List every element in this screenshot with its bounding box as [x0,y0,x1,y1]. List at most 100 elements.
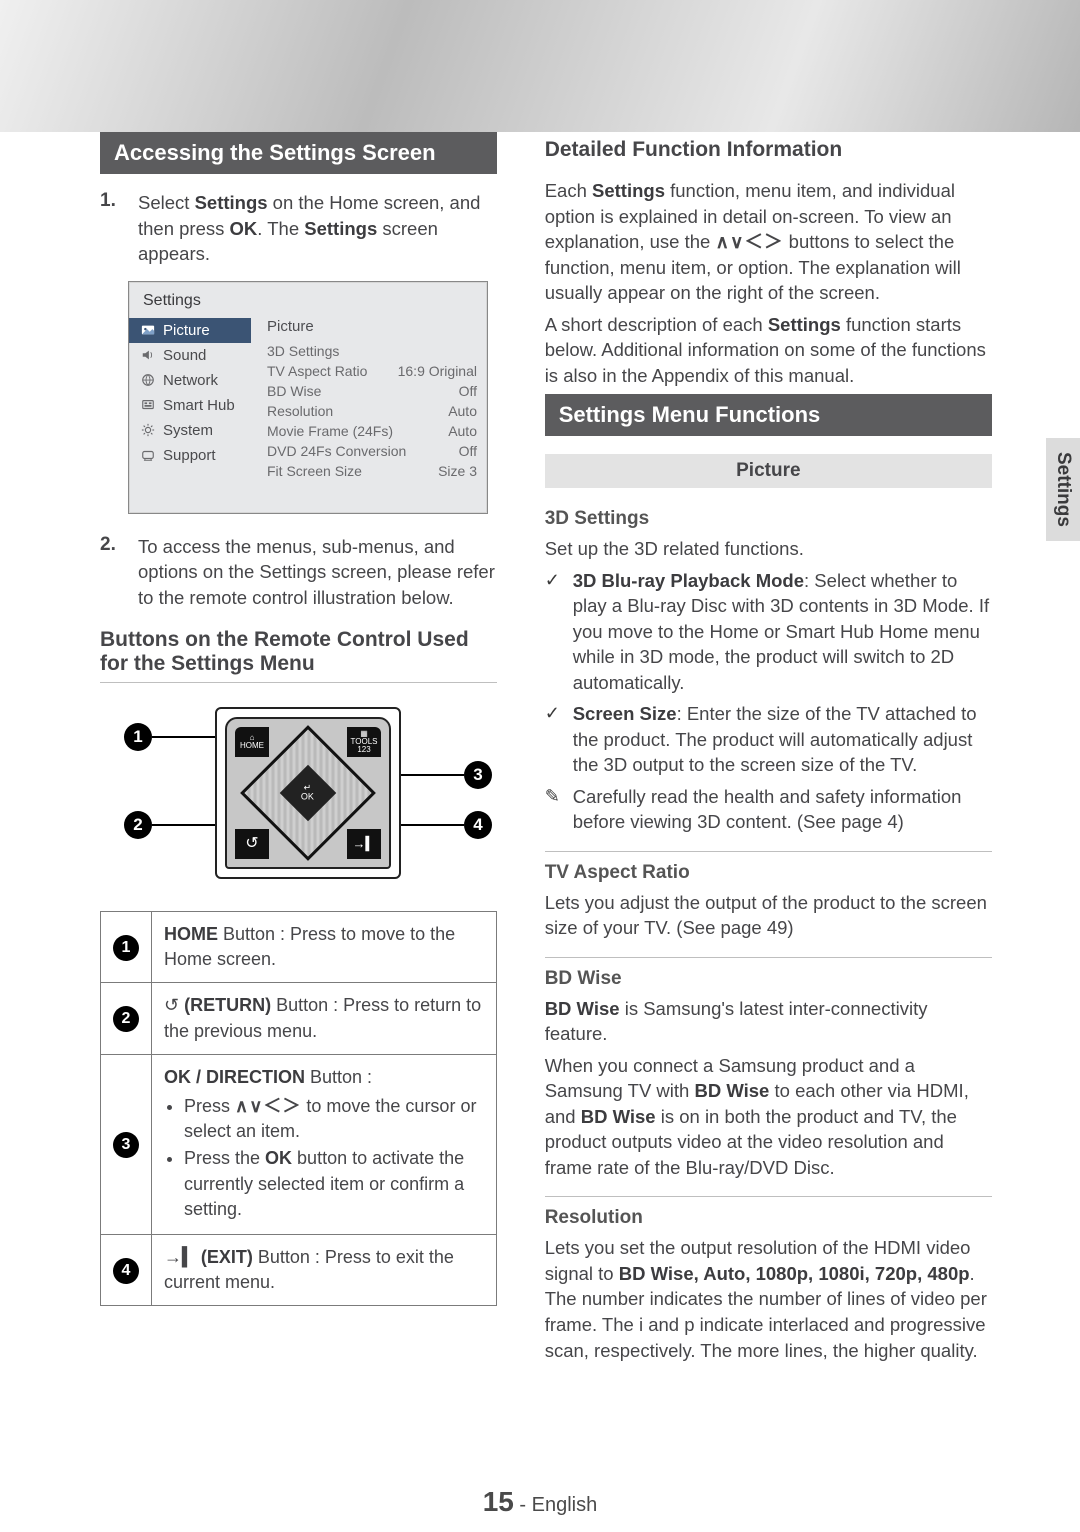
sidebar-item-sound[interactable]: Sound [129,343,249,368]
dfi-paragraph-1: Each Settings function, menu item, and i… [545,178,992,306]
dfi-paragraph-2: A short description of each Settings fun… [545,312,992,389]
legend-index-4: 4 [113,1258,139,1284]
sidebar-label-smart-hub: Smart Hub [163,397,235,414]
sidebar-label-picture: Picture [163,322,210,339]
legend-index-2: 2 [113,1006,139,1032]
network-icon [141,373,155,387]
settings-sidebar: Picture Sound Network [129,316,249,481]
sec4-body: Lets you set the output resolution of th… [545,1235,992,1363]
detailed-function-heading: Detailed Function Information [545,138,992,168]
legend4-bold: (EXIT) [196,1247,253,1267]
remote-body: ⌂ HOME ▦ TOOLS 123 ↺ →▍ [215,707,401,879]
sec1-check-2: ✓ Screen Size: Enter the size of the TV … [545,701,992,778]
legend-row-4: 4 →▍ (EXIT) Button : Press to exit the c… [101,1234,497,1305]
lead-4 [394,824,464,826]
legend2-bold: (RETURN) [179,995,271,1015]
side-tab-settings: Settings [1046,438,1080,541]
sidebar-item-picture[interactable]: Picture [129,318,251,343]
sidebar-item-system[interactable]: System [129,418,249,443]
settings-row-movieframe[interactable]: Movie Frame (24Fs)Auto [267,421,477,441]
legend2-return-icon: ↺ [164,995,179,1015]
settings-row-dvd24[interactable]: DVD 24Fs ConversionOff [267,441,477,461]
check-icon: ✓ [545,568,565,696]
legend-row-3: 3 OK / DIRECTION Button : Press ∧∨＜＞ to … [101,1054,497,1234]
settings-panel-title: Picture [267,318,477,335]
item-bd-wise: BD Wise [545,957,992,990]
legend3-bullet-2: Press the OK button to activate the curr… [184,1146,484,1222]
sec1-lead: Set up the 3D related functions. [545,536,992,562]
support-icon [141,448,155,462]
legend3-bullet-1: Press ∧∨＜＞ to move the cursor or select … [184,1094,484,1144]
settings-row-fitscreen[interactable]: Fit Screen SizeSize 3 [267,461,477,481]
legend3-bold: OK / DIRECTION [164,1067,305,1087]
sidebar-label-network: Network [163,372,218,389]
smart-hub-icon [141,398,155,412]
step1-bold-settings: Settings [195,192,268,213]
lead-2 [152,824,222,826]
callout-2: 2 [124,811,152,839]
settings-row-resolution[interactable]: ResolutionAuto [267,401,477,421]
remote-illustration: 1 2 3 4 ⌂ HOME ▦ TOOLS [128,693,488,893]
item-tv-aspect-ratio: TV Aspect Ratio [545,851,992,884]
check-icon: ✓ [545,701,565,778]
footer-sep: - [514,1494,532,1516]
sidebar-item-smart-hub[interactable]: Smart Hub [129,393,249,418]
legend-row-1: 1 HOME Button : Press to move to the Hom… [101,912,497,983]
sec3-p2: When you connect a Samsung product and a… [545,1053,992,1181]
right-column: Detailed Function Information Each Setti… [545,132,992,1369]
sec1-check-1: ✓ 3D Blu-ray Playback Mode: Select wheth… [545,568,992,696]
sec1-note: ✎ Carefully read the health and safety i… [545,784,992,835]
tools-sublabel: 123 [357,746,370,754]
step1-text-a: Select [138,192,195,213]
settings-row-bdwise[interactable]: BD WiseOff [267,381,477,401]
sound-icon [141,348,155,362]
page-number: 15 [483,1486,514,1517]
heading-accessing-settings: Accessing the Settings Screen [100,132,497,174]
exit-icon: →▍ [353,837,376,851]
step-1-number: 1. [100,190,122,267]
legend-row-2: 2 ↺ (RETURN) Button : Press to return to… [101,983,497,1054]
heading-settings-menu-functions: Settings Menu Functions [545,394,992,436]
sidebar-label-support: Support [163,447,216,464]
sidebar-item-support[interactable]: Support [129,443,249,468]
ok-button[interactable]: ↵OK [280,765,337,822]
sidebar-label-system: System [163,422,213,439]
category-picture: Picture [545,454,992,488]
sidebar-item-network[interactable]: Network [129,368,249,393]
left-column: Accessing the Settings Screen 1. Select … [100,132,497,1369]
item-resolution: Resolution [545,1196,992,1229]
lead-3 [398,774,464,776]
step1-text-c: . The [257,218,304,239]
step1-bold-settings2: Settings [304,218,377,239]
remote-buttons-heading: Buttons on the Remote Control Used for t… [100,628,497,683]
settings-screenshot: Settings Picture So [128,281,488,514]
legend-index-3: 3 [113,1132,139,1158]
picture-icon [141,323,155,337]
exit-button[interactable]: →▍ [347,829,381,859]
sidebar-label-sound: Sound [163,347,206,364]
step-2: 2. To access the menus, sub-menus, and o… [100,534,497,611]
item-3d-settings: 3D Settings [545,504,992,530]
callout-3: 3 [464,761,492,789]
step-2-number: 2. [100,534,122,611]
ok-label: OK [301,792,314,802]
return-icon: ↺ [245,836,258,853]
settings-row-3d[interactable]: 3D Settings [267,341,477,361]
legend1-bold: HOME [164,924,218,944]
tools-button[interactable]: ▦ TOOLS 123 [347,727,381,757]
gear-icon [141,423,155,437]
home-button[interactable]: ⌂ HOME [235,727,269,757]
step-1: 1. Select Settings on the Home screen, a… [100,190,497,267]
return-button[interactable]: ↺ [235,829,269,859]
settings-row-aspect[interactable]: TV Aspect Ratio16:9 Original [267,361,477,381]
sec2-body: Lets you adjust the output of the produc… [545,890,992,941]
note-icon: ✎ [545,784,565,835]
settings-window-title: Settings [129,282,487,316]
step-2-text: To access the menus, sub-menus, and opti… [138,534,497,611]
callout-4: 4 [464,811,492,839]
callout-1: 1 [124,723,152,751]
page-sheet: Accessing the Settings Screen 1. Select … [0,132,1080,1532]
footer-lang: English [532,1494,598,1516]
legend-index-1: 1 [113,935,139,961]
direction-keys-glyph-2: ∧∨＜＞ [715,231,783,252]
